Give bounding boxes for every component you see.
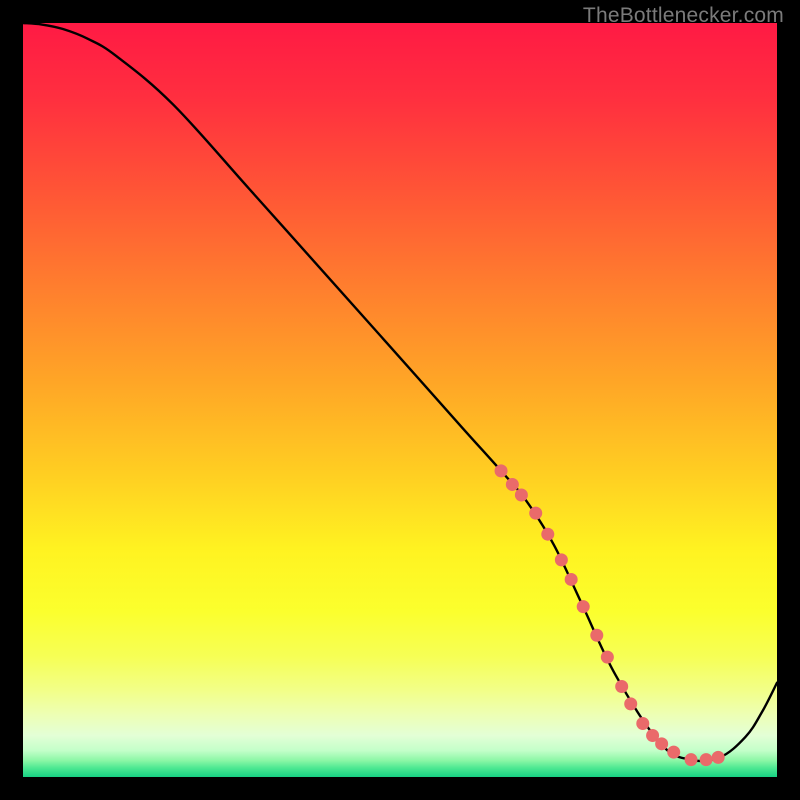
curve-marker — [590, 629, 603, 642]
curve-marker — [577, 600, 590, 613]
curve-marker — [615, 680, 628, 693]
chart-stage: TheBottlenecker.com — [0, 0, 800, 800]
curve-marker — [655, 737, 668, 750]
curve-marker — [624, 697, 637, 710]
curve-layer — [23, 23, 777, 777]
curve-marker — [555, 553, 568, 566]
plot-area — [23, 23, 777, 777]
watermark-text: TheBottlenecker.com — [583, 4, 784, 28]
curve-markers — [495, 464, 725, 766]
curve-marker — [685, 753, 698, 766]
curve-marker — [495, 464, 508, 477]
curve-marker — [667, 746, 680, 759]
curve-marker — [601, 651, 614, 664]
bottleneck-curve — [23, 23, 777, 761]
curve-marker — [636, 717, 649, 730]
curve-marker — [515, 489, 528, 502]
curve-marker — [565, 573, 578, 586]
curve-marker — [712, 751, 725, 764]
curve-marker — [506, 478, 519, 491]
curve-marker — [529, 507, 542, 520]
curve-marker — [541, 528, 554, 541]
curve-marker — [700, 753, 713, 766]
